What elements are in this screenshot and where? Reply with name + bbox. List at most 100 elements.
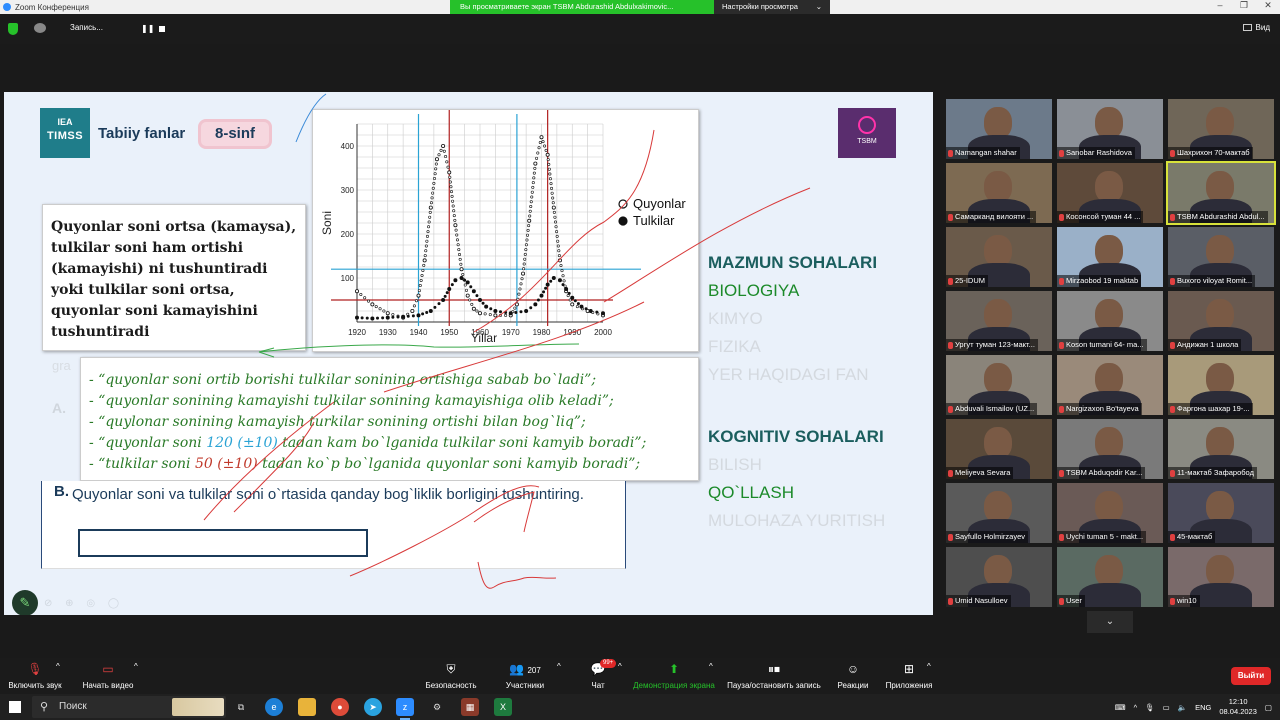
participant-tile[interactable]: Namangan shahar xyxy=(946,99,1052,159)
participant-tile[interactable]: Косонсой туман 44 ... xyxy=(1057,163,1163,223)
stop-recording-button[interactable] xyxy=(159,26,165,32)
task-view-icon[interactable]: ⧉ xyxy=(232,698,250,716)
participant-tile[interactable]: 45-мактаб xyxy=(1168,483,1274,543)
taskbar-search[interactable]: ⚲ Поиск xyxy=(32,696,226,718)
participant-tile[interactable]: Koson tumani 64- ma... xyxy=(1057,291,1163,351)
series-dot xyxy=(546,158,550,162)
participant-name-tag: Sanobar Rashidova xyxy=(1057,147,1135,159)
mic-muted-icon xyxy=(1059,213,1064,221)
minimize-icon[interactable]: – xyxy=(1208,0,1232,11)
microphone-icon[interactable]: 🎙 xyxy=(1145,703,1155,712)
participants-caret[interactable]: ^ xyxy=(557,662,561,671)
participant-tile[interactable]: Abduvali Ismailov (UZ... xyxy=(946,355,1052,415)
participant-tile[interactable]: Sayfullo Holmirzayev xyxy=(946,483,1052,543)
participant-tile[interactable]: User xyxy=(1057,547,1163,607)
participant-name: TSBM Abdurashid Abdul... xyxy=(1177,212,1265,221)
shield-icon: ⛨ xyxy=(446,662,456,676)
participant-tile[interactable]: TSBM Abduqodir Kar... xyxy=(1057,419,1163,479)
participant-name: Sayfullo Holmirzayev xyxy=(955,532,1026,541)
clock[interactable]: 12:10 08.04.2023 xyxy=(1219,697,1257,717)
start-video-button[interactable]: ▭ Начать видео xyxy=(80,662,136,690)
network-icon[interactable]: ▭ xyxy=(1163,703,1170,712)
participant-tile[interactable]: Mirzaobod 19 maktab xyxy=(1057,227,1163,287)
series-dot xyxy=(367,299,371,303)
participant-tile[interactable]: Meliyeva Sevara xyxy=(946,419,1052,479)
zoom-taskbar-icon[interactable]: z xyxy=(396,698,414,720)
tulkilar-point xyxy=(579,304,584,309)
chrome-icon[interactable]: ● xyxy=(331,698,349,716)
chat-caret[interactable]: ^ xyxy=(618,662,622,671)
file-explorer-icon[interactable] xyxy=(298,698,316,716)
edge-browser-icon[interactable]: e xyxy=(265,698,283,716)
windows-start-icon[interactable] xyxy=(9,701,21,713)
participant-tile[interactable]: Самарканд вилояти ... xyxy=(946,163,1052,223)
quyonlar-point xyxy=(527,218,532,223)
series-dot xyxy=(537,146,541,150)
encryption-shield-icon[interactable] xyxy=(8,23,18,35)
notifications-icon[interactable]: ▢ xyxy=(1265,703,1272,712)
question-b-answer-field[interactable] xyxy=(78,529,368,557)
participant-tile[interactable]: Nargizaxon Bo'tayeva xyxy=(1057,355,1163,415)
content-domains-heading: MAZMUN SOHALARI xyxy=(708,253,878,272)
mic-muted-icon xyxy=(948,533,953,541)
series-dot xyxy=(542,290,546,294)
participant-tile[interactable]: Umid Nasulloev xyxy=(946,547,1052,607)
video-options-caret[interactable]: ^ xyxy=(134,662,138,671)
archive-app-icon[interactable]: ▦ xyxy=(461,698,479,716)
pause-stop-recording-button[interactable]: ⏸⏹ Пауза/остановить запись xyxy=(725,662,823,690)
keyboard-icon[interactable]: ⌨ xyxy=(1115,703,1126,712)
share-caret[interactable]: ^ xyxy=(709,662,713,671)
close-icon[interactable]: ✕ xyxy=(1256,0,1280,11)
participant-tile[interactable]: win10 xyxy=(1168,547,1274,607)
telegram-icon[interactable]: ➤ xyxy=(364,698,382,716)
series-dot xyxy=(374,305,378,309)
participant-tile[interactable]: Шахрихон 70-мактаб xyxy=(1168,99,1274,159)
quyonlar-point xyxy=(370,302,375,307)
participant-tile[interactable]: 11-мактаб Зафаробод xyxy=(1168,419,1274,479)
settings-gear-icon[interactable]: ⚙ xyxy=(428,698,446,716)
participant-tile[interactable]: Фаргона шахар 19-... xyxy=(1168,355,1274,415)
x-tick-label: 1990 xyxy=(563,328,581,337)
audio-options-caret[interactable]: ^ xyxy=(56,662,60,671)
language-indicator[interactable]: ENG xyxy=(1195,703,1211,712)
tulkilar-point xyxy=(465,280,470,285)
mic-muted-icon xyxy=(948,341,953,349)
participant-name: Koson tumani 64- ma... xyxy=(1066,340,1144,349)
leave-meeting-button[interactable]: Выйти xyxy=(1231,667,1271,685)
zoom-app-icon xyxy=(3,3,11,11)
answer-5-pre: - “tulkilar soni xyxy=(89,456,195,472)
mic-muted-icon xyxy=(1170,533,1175,541)
share-banner-text: Вы просматриваете экран TSBM Abdurashid … xyxy=(450,0,714,14)
view-button[interactable]: Вид xyxy=(1242,23,1270,32)
series-dot xyxy=(450,283,454,287)
participant-tile[interactable]: Uychi tuman 5 - makt... xyxy=(1057,483,1163,543)
series-dot xyxy=(375,316,379,320)
mic-muted-icon xyxy=(1170,597,1175,605)
security-button[interactable]: ⛨ Безопасность xyxy=(424,662,478,690)
annotate-pen-icon[interactable]: ✎ xyxy=(12,590,38,615)
pause-recording-button[interactable]: ❚❚ xyxy=(141,24,154,33)
participant-tile[interactable]: Андижан 1 школа xyxy=(1168,291,1274,351)
participant-tile[interactable]: Ургут туман 123-макт... xyxy=(946,291,1052,351)
reactions-button[interactable]: ☺ Реакции xyxy=(836,662,870,690)
participants-button[interactable]: 👥 207 Участники xyxy=(500,662,550,690)
participant-tile[interactable]: Sanobar Rashidova xyxy=(1057,99,1163,159)
domain-chemistry: KIMYO xyxy=(708,309,763,328)
excel-icon[interactable]: X xyxy=(494,698,512,716)
participant-tile[interactable]: 25-IDUM xyxy=(946,227,1052,287)
gallery-next-page-button[interactable]: ⌄ xyxy=(1087,611,1133,633)
tray-overflow-icon[interactable]: ^ xyxy=(1134,703,1138,712)
series-dot xyxy=(520,277,524,281)
quyonlar-point xyxy=(545,152,550,157)
view-options-button[interactable]: Настройки просмотра ⌄ xyxy=(714,0,830,14)
participant-tile[interactable]: Buxoro viloyat Romit... xyxy=(1168,227,1274,287)
share-screen-button[interactable]: ⬆ Демонстрация экрана xyxy=(632,662,716,690)
participant-tile[interactable]: TSBM Abdurashid Abdul... xyxy=(1166,161,1276,225)
apps-caret[interactable]: ^ xyxy=(927,662,931,671)
participant-name-tag: TSBM Abdurashid Abdul... xyxy=(1168,211,1268,223)
volume-icon[interactable]: 🔈 xyxy=(1178,703,1187,712)
restore-icon[interactable]: ❐ xyxy=(1232,0,1256,11)
series-dot xyxy=(437,153,441,157)
mic-muted-icon xyxy=(948,149,953,157)
series-dot xyxy=(522,267,526,271)
